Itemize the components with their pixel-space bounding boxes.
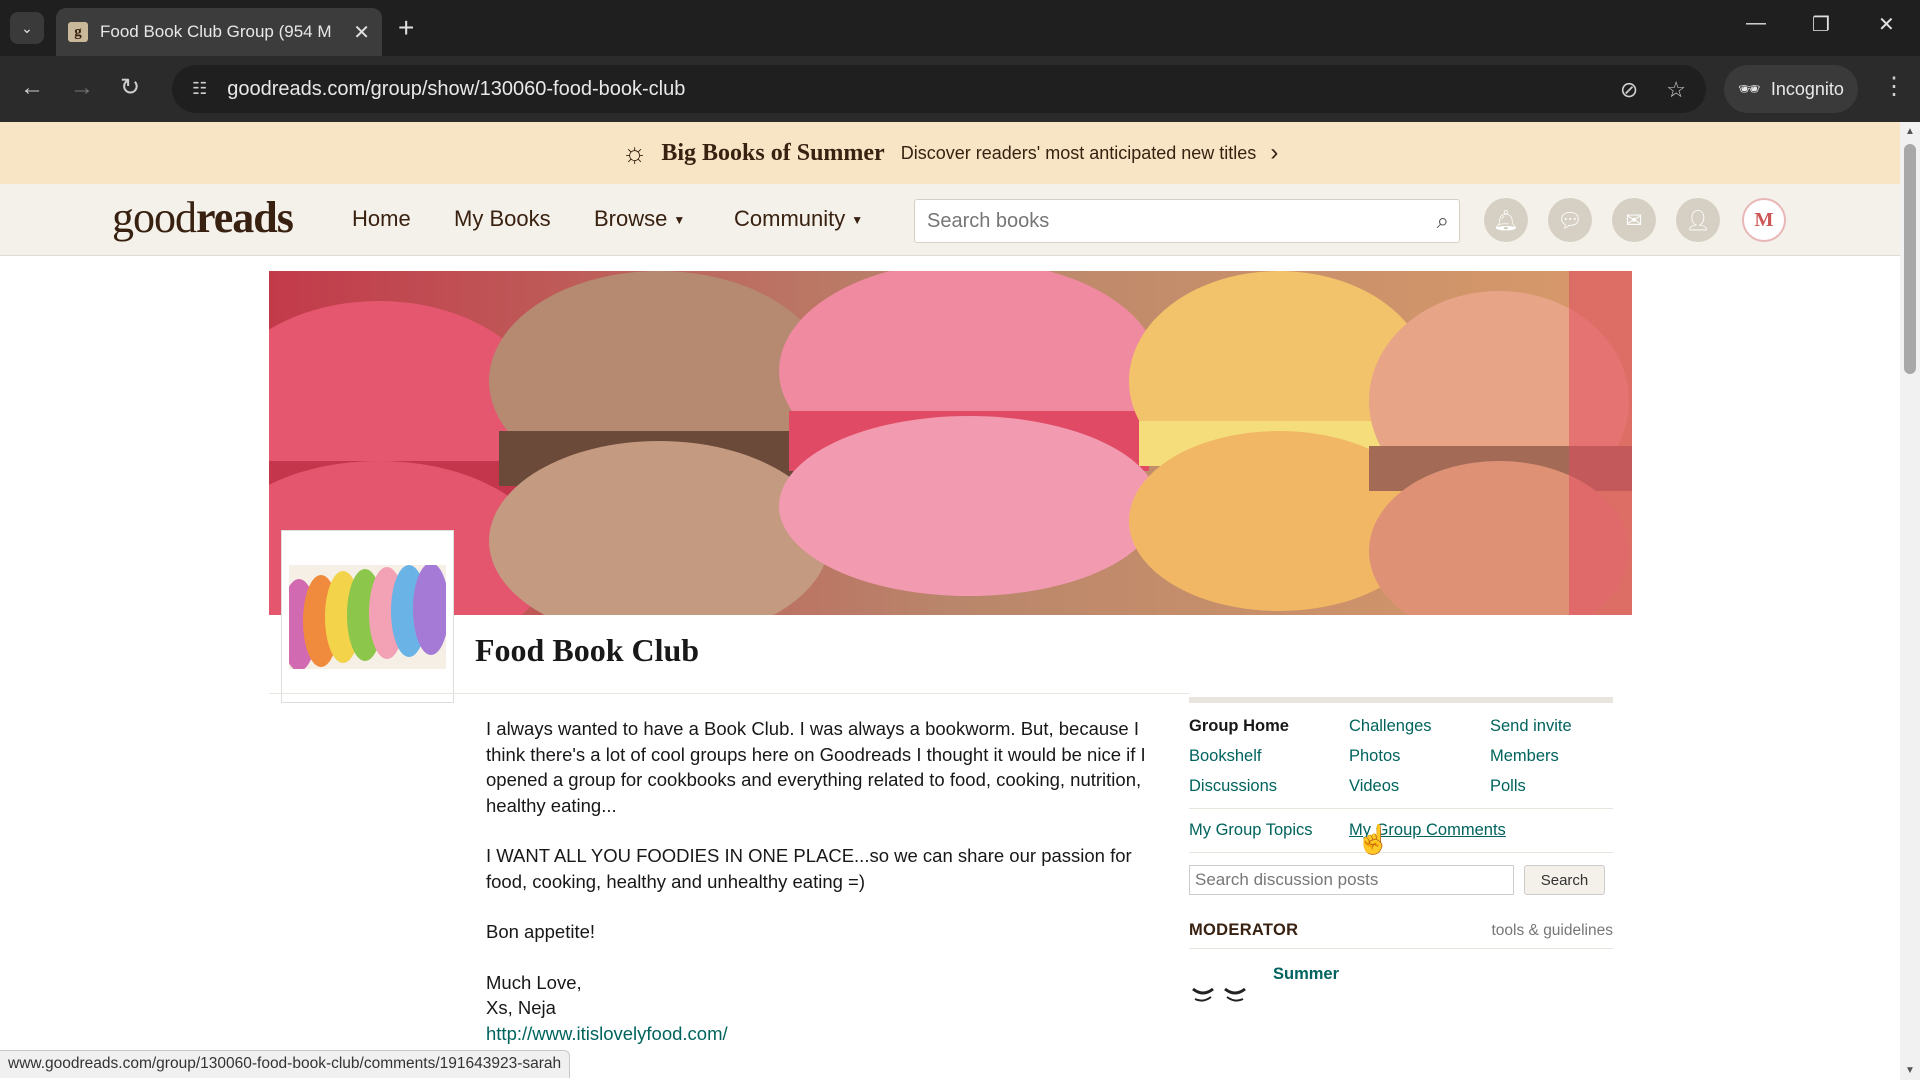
link-discussions[interactable]: Discussions bbox=[1189, 777, 1349, 796]
link-videos[interactable]: Videos bbox=[1349, 777, 1490, 796]
nav-home[interactable]: Home bbox=[352, 206, 411, 232]
description-paragraph: I WANT ALL YOU FOODIES IN ONE PLACE...so… bbox=[486, 845, 1132, 892]
group-sidebar: Group Home Challenges Send invite Booksh… bbox=[1189, 697, 1613, 1013]
website-link[interactable]: http://www.itislovelyfood.com/ bbox=[486, 1023, 728, 1044]
my-group-links: My Group Topics My Group Comments bbox=[1189, 821, 1613, 840]
link-photos[interactable]: Photos bbox=[1349, 747, 1490, 766]
moderator-entry: Summer bbox=[1189, 965, 1613, 1013]
description-paragraph: I always wanted to have a Book Club. I w… bbox=[486, 718, 1146, 816]
messages-mail-icon[interactable]: ✉ bbox=[1612, 198, 1656, 242]
tab-search-button[interactable]: ⌄ bbox=[10, 12, 44, 44]
nav-browse[interactable]: Browse ▼ bbox=[594, 206, 685, 232]
browser-address-bar: ← → ↻ ☷ goodreads.com/group/show/130060-… bbox=[0, 56, 1920, 122]
forward-arrow-icon[interactable]: → bbox=[70, 74, 94, 102]
book-search-input[interactable] bbox=[927, 209, 1407, 233]
signoff-line: Much Love, bbox=[486, 971, 582, 993]
page-scrollbar[interactable]: ▲ ▼ bbox=[1900, 122, 1920, 1080]
hand-pointer-cursor-icon: ☝ bbox=[1356, 824, 1391, 855]
group-thumbnail-image[interactable] bbox=[281, 530, 454, 703]
browser-status-bar: www.goodreads.com/group/130060-food-book… bbox=[0, 1050, 571, 1078]
chevron-down-icon: ⌄ bbox=[21, 19, 33, 36]
caret-down-icon: ▼ bbox=[673, 213, 686, 228]
link-bookshelf[interactable]: Bookshelf bbox=[1189, 747, 1349, 766]
eye-off-icon[interactable]: ⊘ bbox=[1620, 77, 1638, 103]
discussion-search-input[interactable] bbox=[1189, 865, 1514, 895]
friends-user-icon[interactable]: 👤︎ bbox=[1676, 198, 1720, 242]
goodreads-favicon-icon: g bbox=[68, 22, 88, 42]
nav-my-books[interactable]: My Books bbox=[454, 206, 551, 232]
moderator-name[interactable]: Summer bbox=[1273, 965, 1339, 1013]
url-text[interactable]: goodreads.com/group/show/130060-food-boo… bbox=[227, 78, 685, 101]
signoff-line: Xs, Neja bbox=[486, 997, 556, 1018]
book-search-box: ⌕ bbox=[914, 199, 1460, 243]
back-arrow-icon[interactable]: ← bbox=[20, 74, 44, 102]
promo-title: Big Books of Summer bbox=[661, 139, 885, 166]
link-polls[interactable]: Polls bbox=[1490, 777, 1613, 796]
logo-part-bold: reads bbox=[196, 193, 294, 242]
tab-title: Food Book Club Group (954 Me bbox=[100, 22, 332, 41]
link-send-invite[interactable]: Send invite bbox=[1490, 717, 1613, 736]
chevron-right-icon: › bbox=[1270, 139, 1279, 166]
browser-tab-bar: ⌄ g Food Book Club Group (954 Me ✕ + — ❐… bbox=[0, 0, 1920, 56]
site-header: goodreads Home My Books Browse ▼ Communit… bbox=[0, 184, 1900, 256]
discussion-search-button[interactable]: Search bbox=[1524, 865, 1605, 895]
notifications-bell-icon[interactable]: 🔔︎ bbox=[1484, 198, 1528, 242]
incognito-badge[interactable]: 🕶 Incognito bbox=[1724, 65, 1858, 113]
promo-text: Discover readers' most anticipated new t… bbox=[900, 142, 1257, 163]
group-title: Food Book Club bbox=[475, 632, 700, 668]
scrollbar-thumb[interactable] bbox=[1904, 144, 1916, 374]
scroll-down-arrow-icon[interactable]: ▼ bbox=[1905, 1065, 1915, 1076]
window-close-icon[interactable]: ✕ bbox=[1878, 12, 1895, 37]
nav-browse-label: Browse bbox=[594, 206, 668, 231]
restore-icon[interactable]: ❐ bbox=[1812, 12, 1830, 37]
caret-down-icon: ▼ bbox=[851, 213, 864, 228]
group-description: I always wanted to have a Book Club. I w… bbox=[486, 716, 1166, 1046]
browser-tab-active[interactable]: g Food Book Club Group (954 Me ✕ bbox=[56, 8, 382, 56]
description-paragraph: Bon appetite! bbox=[486, 921, 596, 942]
nav-community-label: Community bbox=[734, 206, 846, 231]
profile-avatar[interactable]: M bbox=[1742, 198, 1786, 242]
divider bbox=[1189, 808, 1613, 809]
link-members[interactable]: Members bbox=[1490, 747, 1613, 766]
site-settings-icon[interactable]: ☷ bbox=[192, 79, 207, 99]
close-icon[interactable]: ✕ bbox=[353, 20, 370, 45]
browser-menu-icon[interactable]: ⋮ bbox=[1882, 72, 1906, 101]
scroll-up-arrow-icon[interactable]: ▲ bbox=[1905, 126, 1915, 137]
search-icon[interactable]: ⌕ bbox=[1437, 208, 1449, 234]
tools-guidelines-link[interactable]: tools & guidelines bbox=[1492, 922, 1614, 940]
discussions-chat-icon[interactable]: 💬︎ bbox=[1548, 198, 1592, 242]
group-cover-image bbox=[269, 271, 1632, 615]
incognito-label: Incognito bbox=[1770, 78, 1844, 99]
new-tab-plus-icon[interactable]: + bbox=[398, 12, 414, 44]
moderator-avatar[interactable] bbox=[1189, 973, 1249, 1013]
divider bbox=[1189, 697, 1613, 703]
goodreads-logo[interactable]: goodreads bbox=[112, 192, 294, 243]
moderator-heading: MODERATOR bbox=[1189, 921, 1299, 939]
divider bbox=[1189, 852, 1613, 853]
link-challenges[interactable]: Challenges bbox=[1349, 717, 1490, 736]
promo-banner[interactable]: ☼ Big Books of Summer Discover readers' … bbox=[0, 122, 1900, 184]
link-my-group-topics[interactable]: My Group Topics bbox=[1189, 821, 1349, 840]
divider bbox=[269, 693, 1189, 694]
reload-icon[interactable]: ↻ bbox=[120, 74, 140, 102]
discussion-search: Search bbox=[1189, 865, 1613, 895]
omnibox[interactable]: ☷ goodreads.com/group/show/130060-food-b… bbox=[172, 65, 1706, 113]
bookmark-star-icon[interactable]: ☆ bbox=[1666, 77, 1686, 103]
link-group-home[interactable]: Group Home bbox=[1189, 717, 1349, 736]
incognito-icon: 🕶 bbox=[1738, 78, 1761, 99]
sun-icon: ☼ bbox=[621, 137, 648, 168]
group-nav-links: Group Home Challenges Send invite Booksh… bbox=[1189, 717, 1613, 796]
moderator-header: MODERATOR tools & guidelines bbox=[1189, 921, 1613, 949]
minimize-icon[interactable]: — bbox=[1746, 12, 1766, 35]
logo-part-light: good bbox=[112, 193, 197, 242]
nav-community[interactable]: Community ▼ bbox=[734, 206, 863, 232]
